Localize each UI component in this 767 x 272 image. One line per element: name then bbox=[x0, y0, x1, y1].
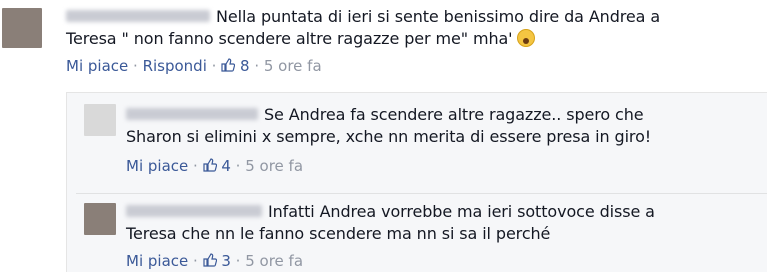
reply-text-line2: Sharon si elimini x sempre, xche nn meri… bbox=[126, 127, 652, 146]
like-count-value: 3 bbox=[221, 252, 231, 270]
like-link[interactable]: Mi piace bbox=[66, 57, 128, 75]
reply: Se Andrea fa scendere altre ragazze.. sp… bbox=[126, 104, 756, 176]
reply-text-line1: Infatti Andrea vorrebbe ma ieri sottovoc… bbox=[268, 202, 655, 221]
commenter-name[interactable] bbox=[66, 9, 210, 22]
comment: Nella puntata di ieri si sente benissimo… bbox=[66, 6, 756, 76]
reply-actions: Mi piace · 3 · 5 ore fa bbox=[126, 252, 304, 270]
comment-actions: Mi piace · Rispondi · 8 · 5 ore fa bbox=[66, 57, 322, 75]
reply-text: Infatti Andrea vorrebbe ma ieri sottovoc… bbox=[126, 201, 756, 245]
reply-actions: Mi piace · 4 · 5 ore fa bbox=[126, 157, 304, 175]
like-link[interactable]: Mi piace bbox=[126, 252, 188, 270]
thumbs-up-icon bbox=[202, 158, 217, 172]
comment-text-line2: Teresa " non fanno scendere altre ragazz… bbox=[66, 29, 513, 48]
thumbs-up-icon bbox=[202, 253, 217, 267]
like-count[interactable]: 8 bbox=[221, 57, 254, 75]
thumbs-up-icon bbox=[221, 58, 236, 72]
like-count[interactable]: 3 bbox=[202, 252, 236, 270]
like-count[interactable]: 4 bbox=[202, 157, 236, 175]
like-count-value: 4 bbox=[221, 157, 231, 175]
fearful-face-emoji bbox=[517, 29, 536, 47]
reply-link[interactable]: Rispondi bbox=[143, 57, 207, 75]
reply-divider bbox=[76, 193, 767, 194]
timestamp[interactable]: 5 ore fa bbox=[245, 157, 303, 175]
reply: Infatti Andrea vorrebbe ma ieri sottovoc… bbox=[126, 201, 756, 271]
avatar[interactable] bbox=[2, 8, 42, 48]
reply-avatar[interactable] bbox=[84, 104, 116, 136]
reply-text-line1: Se Andrea fa scendere altre ragazze.. sp… bbox=[264, 105, 644, 124]
reply-author-name[interactable] bbox=[126, 107, 258, 120]
reply-avatar[interactable] bbox=[84, 203, 116, 235]
comment-text-line1: Nella puntata di ieri si sente benissimo… bbox=[216, 7, 661, 26]
timestamp[interactable]: 5 ore fa bbox=[245, 252, 303, 270]
timestamp[interactable]: 5 ore fa bbox=[264, 57, 322, 75]
comment-text: Nella puntata di ieri si sente benissimo… bbox=[66, 6, 756, 50]
reply-text: Se Andrea fa scendere altre ragazze.. sp… bbox=[126, 104, 756, 148]
reply-text-line2: Teresa che nn le fanno scendere ma nn si… bbox=[126, 224, 551, 243]
like-count-value: 8 bbox=[239, 57, 250, 75]
like-link[interactable]: Mi piace bbox=[126, 157, 188, 175]
reply-author-name[interactable] bbox=[126, 204, 262, 217]
